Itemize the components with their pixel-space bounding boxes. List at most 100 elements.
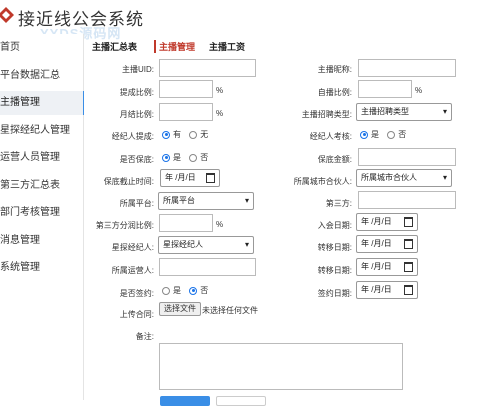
logo-icon	[0, 7, 14, 23]
submit-button[interactable]	[160, 396, 210, 406]
recruit-type-label: 主播招聘类型:	[301, 110, 352, 119]
agent-commission-no-label: 无	[200, 130, 209, 139]
radio-unchecked-icon	[162, 286, 170, 295]
agent-assess-no-label: 否	[398, 130, 407, 139]
sidebar-item-platform-summary[interactable]: 平台数据汇总	[0, 64, 84, 88]
commission-input[interactable]	[159, 80, 213, 98]
signed-no-label: 否	[200, 286, 209, 295]
guarantee-yes[interactable]: 是	[162, 153, 181, 162]
tab-anchor-salary[interactable]: 主播工资	[209, 40, 245, 53]
guarantee-end-date[interactable]: 年 /月/日	[160, 169, 220, 187]
app-header: 接近线公会系统 YYDS源码网	[0, 0, 480, 41]
platform-select[interactable]: 所属平台 ▾	[158, 192, 254, 210]
guarantee-no-label: 否	[200, 153, 209, 162]
sidebar-item-home[interactable]: 首页	[0, 36, 84, 60]
calendar-icon	[404, 262, 413, 272]
salary-ratio-percent: %	[216, 109, 224, 118]
operator-input[interactable]	[159, 258, 256, 276]
join-date-placeholder: 年 /月/日	[361, 217, 392, 226]
city-partner-select[interactable]: 所属城市合伙人 ▾	[356, 169, 452, 187]
sidebar: 首页 平台数据汇总 主播管理 星探经纪人管理 运营人员管理 第三方汇总表 部门考…	[0, 34, 84, 400]
third-party-ratio-percent: %	[216, 220, 224, 229]
sidebar-item-anchor-management[interactable]: 主播管理	[0, 91, 84, 115]
signed-radios: 是 否	[162, 284, 214, 298]
join-date[interactable]: 年 /月/日	[356, 213, 418, 231]
chevron-down-icon: ▾	[244, 240, 249, 249]
radio-checked-icon	[162, 130, 170, 139]
sidebar-item-third-party[interactable]: 第三方汇总表	[0, 174, 84, 198]
transfer-date2-placeholder: 年 /月/日	[361, 262, 392, 271]
sidebar-item-scout-agent[interactable]: 星探经纪人管理	[0, 119, 84, 143]
transfer-date-placeholder: 年 /月/日	[361, 239, 392, 248]
salary-ratio-label: 月结比例:	[119, 110, 154, 119]
guarantee-end-date-placeholder: 年 /月/日	[165, 173, 196, 182]
nick-input[interactable]	[358, 59, 456, 77]
agent-commission-yes-label: 有	[173, 130, 181, 139]
agent-assess-label: 经纪人考核:	[309, 132, 352, 141]
choose-file-button[interactable]: 选择文件	[159, 302, 201, 316]
agent-assess-yes-label: 是	[371, 130, 379, 139]
operator-label: 所属运营人:	[111, 266, 154, 275]
guarantee-no[interactable]: 否	[189, 153, 208, 162]
tab-anchor-summary[interactable]: 主播汇总表	[92, 40, 137, 53]
sign-date-label: 签约日期:	[317, 289, 352, 298]
recruit-type-select[interactable]: 主播招聘类型 ▾	[356, 103, 452, 121]
self-broadcast-percent: %	[415, 86, 423, 95]
chevron-down-icon: ▾	[244, 196, 249, 205]
radio-unchecked-icon	[189, 153, 198, 162]
agent-assess-no[interactable]: 否	[387, 130, 406, 139]
scout-select[interactable]: 星探经纪人 ▾	[158, 236, 254, 254]
agent-assess-yes[interactable]: 是	[360, 130, 379, 139]
guarantee-amount-input[interactable]	[358, 148, 456, 166]
transfer-date-label: 转移日期:	[317, 243, 352, 252]
third-party-ratio-input[interactable]	[159, 214, 213, 232]
radio-checked-icon	[162, 153, 170, 162]
signed-no[interactable]: 否	[189, 286, 208, 295]
radio-unchecked-icon	[189, 130, 198, 139]
transfer-date[interactable]: 年 /月/日	[356, 235, 418, 253]
guarantee-end-label: 保底截止时间:	[103, 177, 154, 186]
sidebar-item-system[interactable]: 系统管理	[0, 256, 84, 280]
radio-checked-icon	[360, 130, 368, 139]
agent-assess-radios: 是 否	[360, 128, 412, 142]
self-broadcast-label: 自播比例:	[317, 88, 352, 97]
transfer-date2-label: 转移日期:	[317, 266, 352, 275]
sign-date-placeholder: 年 /月/日	[361, 285, 392, 294]
chevron-down-icon: ▾	[442, 107, 447, 116]
signed-yes[interactable]: 是	[162, 286, 181, 295]
sidebar-item-department[interactable]: 部门考核管理	[0, 201, 84, 225]
calendar-icon	[404, 217, 413, 227]
radio-unchecked-icon	[387, 130, 396, 139]
remark-textarea[interactable]	[159, 343, 403, 390]
calendar-icon	[404, 285, 413, 295]
agent-commission-radios: 有 无	[162, 128, 214, 142]
upload-label: 上传合同:	[119, 310, 154, 319]
guarantee-yes-label: 是	[173, 153, 181, 162]
uid-input[interactable]	[159, 59, 256, 77]
sidebar-item-operators[interactable]: 运营人员管理	[0, 146, 84, 170]
self-broadcast-input[interactable]	[358, 80, 412, 98]
transfer-date2[interactable]: 年 /月/日	[356, 258, 418, 276]
calendar-icon	[404, 239, 413, 249]
platform-value: 所属平台	[163, 196, 195, 205]
third-party-ratio-label: 第三方分润比例:	[95, 221, 154, 230]
remark-label: 备注:	[135, 332, 154, 341]
agent-commission-label: 经纪人提成:	[111, 132, 154, 141]
chevron-down-icon: ▾	[442, 173, 447, 182]
scout-label: 星探经纪人:	[111, 243, 154, 252]
salary-ratio-input[interactable]	[159, 103, 213, 121]
reset-button[interactable]	[216, 396, 266, 406]
sign-date[interactable]: 年 /月/日	[356, 281, 418, 299]
signed-yes-label: 是	[173, 286, 181, 295]
nick-label: 主播昵称:	[317, 65, 352, 74]
recruit-type-value: 主播招聘类型	[361, 107, 409, 116]
third-party-input[interactable]	[358, 191, 456, 209]
agent-commission-no[interactable]: 无	[189, 130, 208, 139]
join-date-label: 入会日期:	[317, 221, 352, 230]
city-partner-label: 所属城市合伙人:	[293, 177, 352, 186]
tab-anchor-management[interactable]: 主播管理	[154, 40, 195, 53]
commission-percent: %	[216, 86, 224, 95]
agent-commission-yes[interactable]: 有	[162, 130, 181, 139]
sidebar-item-messages[interactable]: 消息管理	[0, 229, 84, 253]
guarantee-label: 是否保底:	[119, 155, 154, 164]
